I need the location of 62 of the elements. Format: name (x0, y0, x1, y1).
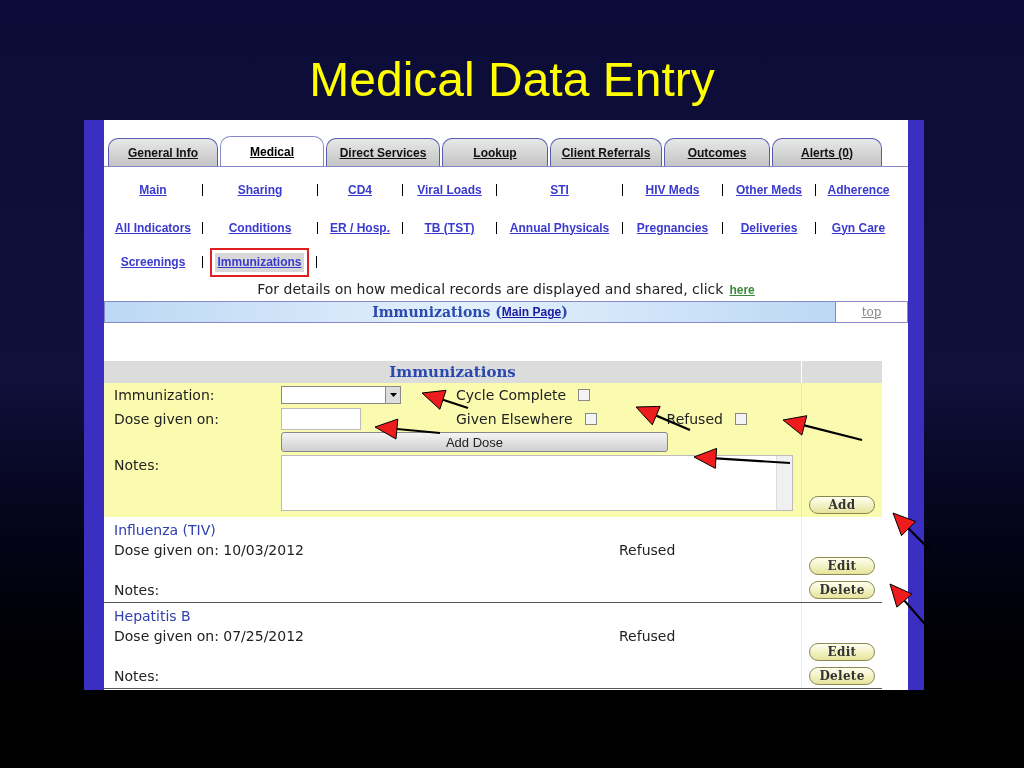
notes-label: Notes: (114, 581, 161, 600)
button[interactable]: Edit (809, 643, 875, 661)
button[interactable]: Delete (809, 667, 875, 685)
nav-link[interactable]: Annual Physicals (509, 221, 610, 235)
checkbox[interactable] (734, 413, 747, 425)
immunization-dropdown[interactable] (281, 386, 401, 404)
record-title: Hepatitis B (114, 607, 192, 626)
tab[interactable]: Alerts (0) (772, 138, 882, 166)
nav-link[interactable]: Screenings (120, 255, 186, 269)
record-status: Refused (619, 541, 676, 560)
nav-link[interactable]: Conditions (228, 221, 292, 235)
dose-date: Dose given on: 07/25/2012 (114, 627, 305, 646)
dose-date: Dose given on: 10/03/2012 (114, 541, 305, 560)
tab[interactable]: Direct Services (326, 138, 440, 166)
annotation-arrow (889, 583, 931, 631)
checkbox-label: Given Elsewhere (456, 409, 573, 429)
tab[interactable]: Outcomes (664, 138, 770, 166)
tab[interactable]: Medical (220, 136, 324, 166)
field-label: Dose given on: (114, 409, 220, 429)
annotation-arrow (892, 512, 931, 551)
nav-link[interactable]: Deliveries (740, 221, 798, 235)
button[interactable]: Delete (809, 581, 875, 599)
top-link[interactable]: top (861, 303, 882, 321)
tab[interactable]: Lookup (442, 138, 548, 166)
button[interactable]: Edit (809, 557, 875, 575)
nav-link[interactable]: Pregnancies (636, 221, 709, 235)
record-status: Refused (619, 627, 676, 646)
add-dose-button[interactable]: Add Dose (281, 432, 668, 452)
scrollbar (776, 456, 792, 510)
main-page-link[interactable]: Main Page (501, 303, 562, 321)
nav-link[interactable]: Adherence (827, 183, 890, 197)
nav-link[interactable]: STI (550, 183, 569, 197)
checkbox[interactable] (584, 413, 597, 425)
section-header: Immunizations (Main Page) (105, 302, 835, 322)
nav-link[interactable]: Sharing (237, 183, 283, 197)
checkbox-label: Refused (666, 409, 723, 429)
form-heading: Immunizations (388, 362, 517, 383)
checkbox[interactable] (578, 389, 591, 401)
nav-link[interactable]: TB (TST) (424, 221, 475, 235)
field-label: Notes: (114, 456, 161, 475)
field-label: Immunization: (114, 385, 216, 405)
caret-icon (385, 387, 400, 403)
slide-title: Medical Data Entry (309, 52, 715, 108)
button[interactable]: Add (809, 496, 875, 514)
notes-label: Notes: (114, 667, 161, 686)
info-text: For details on how medical records are displayed and shared, click (257, 280, 724, 299)
here-link[interactable]: here (729, 281, 755, 299)
tab[interactable]: Client Referrals (550, 138, 662, 166)
record-title: Influenza (TIV) (114, 521, 217, 540)
nav-link[interactable]: Other Meds (736, 183, 802, 197)
date-field[interactable] (281, 408, 361, 430)
nav-link[interactable]: Gyn Care (831, 221, 886, 235)
notes-textarea[interactable] (281, 455, 793, 511)
nav-link[interactable]: All Indicators (115, 221, 191, 235)
nav-link[interactable]: Viral Loads (417, 183, 482, 197)
nav-link[interactable]: ER / Hosp. (330, 221, 390, 235)
nav-link[interactable]: HIV Meds (645, 183, 700, 197)
nav-link[interactable]: Main (139, 183, 167, 197)
tab[interactable]: General Info (108, 138, 218, 166)
checkbox-label: Cycle Complete (456, 385, 567, 405)
annotation-arrow (374, 418, 441, 440)
nav-link[interactable]: CD4 (348, 183, 372, 197)
